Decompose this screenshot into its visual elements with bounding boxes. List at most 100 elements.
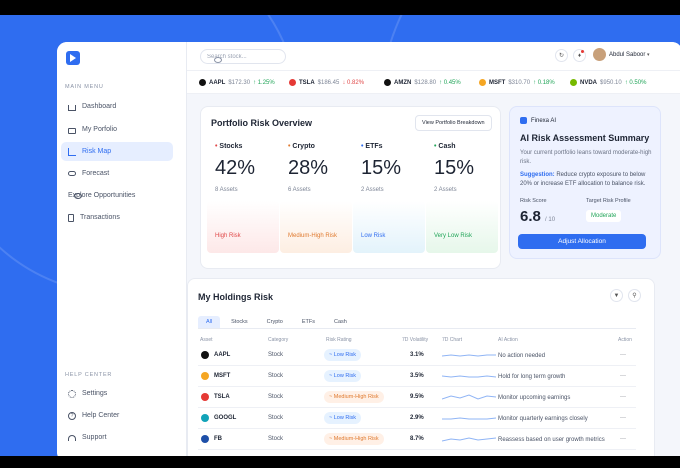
sidebar-item-label: My Porfolio — [82, 126, 118, 133]
adjust-allocation-button[interactable]: Adjust Allocation — [518, 234, 646, 249]
asset-count: 8 Assets — [215, 187, 238, 193]
sidebar-item-dashboard[interactable]: Dashboard — [61, 97, 173, 116]
bell-icon[interactable]: ♦ — [573, 49, 586, 62]
risk-score-value: 6.8 — [520, 208, 541, 225]
asset-class-label: ETFs — [365, 143, 383, 150]
avatar[interactable] — [593, 48, 606, 61]
column-header[interactable]: Action — [618, 337, 632, 343]
table-row[interactable]: TSLA Stock ~ Medium-High Risk 9.5% Monit… — [198, 387, 636, 408]
sidebar-item-settings[interactable]: Settings — [61, 384, 173, 403]
notification-dot — [581, 50, 584, 53]
risk-column[interactable]: • Stocks 42% 8 Assets High Risk — [207, 137, 279, 257]
asset-category: Stock — [268, 394, 284, 400]
more-options-icon[interactable]: ··· — [620, 352, 626, 358]
risk-column[interactable]: • Crypto 28% 6 Assets Medium-High Risk — [280, 137, 352, 257]
ticker-price: $186.45 — [317, 79, 340, 86]
volatility-value: 2.9% — [410, 415, 424, 421]
user-name[interactable]: Abdul Saboor — [609, 52, 645, 58]
sidebar-item-support[interactable]: Support — [61, 428, 173, 447]
risk-badge-label: Low Risk — [333, 373, 357, 379]
sidebar-item-help[interactable]: ? Help Center — [61, 406, 173, 425]
more-options-icon[interactable]: ··· — [620, 373, 626, 379]
ai-action-text: No action needed — [498, 353, 546, 359]
allocation-percent: 28% — [288, 157, 329, 179]
column-header[interactable]: Risk Rating — [326, 337, 352, 343]
risk-gradient — [207, 201, 279, 253]
main-menu-label: MAIN MENU — [65, 84, 104, 90]
risk-column[interactable]: • Cash 15% 2 Assets Very Low Risk — [426, 137, 498, 257]
holdings-title: My Holdings Risk — [198, 292, 274, 302]
asset-logo-icon — [201, 372, 209, 380]
asset-symbol: FB — [214, 436, 222, 442]
ticker-item[interactable]: AMZN $128.80 ↑ 0.45% — [384, 79, 461, 86]
sidebar-item-risk-map[interactable]: Risk Map — [61, 142, 173, 161]
table-row[interactable]: FB Stock ~ Medium-High Risk 8.7% Reasses… — [198, 429, 636, 450]
ticker-symbol: NVDA — [580, 79, 598, 86]
ticker-item[interactable]: MSFT $310.70 ↑ 0.18% — [479, 79, 555, 86]
allocation-percent: 42% — [215, 157, 256, 179]
sidebar-item-label: Support — [82, 434, 107, 441]
ticker-change: ↑ 0.18% — [533, 79, 555, 86]
column-header[interactable]: Category — [268, 337, 288, 343]
risk-level: Medium-High Risk — [288, 233, 338, 239]
chevron-down-icon[interactable]: ▾ — [647, 52, 650, 58]
ticker-price: $950.10 — [600, 79, 622, 86]
risk-badge: ~ Low Risk — [324, 370, 362, 382]
target-profile-badge: Moderate — [586, 210, 622, 222]
table-row[interactable]: MSFT Stock ~ Low Risk 3.5% Hold for long… — [198, 366, 636, 387]
risk-badge-label: Low Risk — [333, 415, 357, 421]
column-header[interactable]: AI Action — [498, 337, 518, 343]
ticker-change-value: 0.18% — [537, 79, 555, 86]
view-breakdown-button[interactable]: View Portfolio Breakdown — [415, 115, 492, 131]
sidebar: MAIN MENU Dashboard My Porfolio Risk Map… — [57, 42, 187, 456]
ticker-bar: AAPL $172.30 ↑ 1.25% TSLA $186.45 ↓ 0.82% AMZN… — [187, 70, 680, 94]
asset-symbol: GOOGL — [214, 415, 237, 421]
app-window: MAIN MENU Dashboard My Porfolio Risk Map… — [57, 42, 680, 456]
column-header[interactable]: 7D Chart — [442, 337, 462, 343]
sidebar-item-explore[interactable]: Explore Opportunities — [61, 186, 173, 205]
ticker-item[interactable]: NVDA $950.10 ↑ 0.50% — [570, 79, 646, 86]
table-row[interactable]: AAPL Stock ~ Low Risk 3.1% No action nee… — [198, 345, 636, 366]
search-icon[interactable]: ⚲ — [628, 289, 641, 302]
ticker-item[interactable]: TSLA $186.45 ↓ 0.82% — [289, 79, 364, 86]
risk-badge-label: Medium-High Risk — [333, 394, 379, 400]
asset-class-name: • Stocks — [215, 143, 242, 150]
bullet-icon: • — [434, 143, 437, 150]
table-row[interactable]: GOOGL Stock ~ Low Risk 2.9% Monitor quar… — [198, 408, 636, 429]
allocation-percent: 15% — [361, 157, 402, 179]
ticker-change-value: 0.82% — [347, 79, 365, 86]
ticker-item[interactable]: AAPL $172.30 ↑ 1.25% — [199, 79, 275, 86]
ai-action-text: Reassess based on user growth metrics — [498, 437, 605, 443]
risk-column[interactable]: • ETFs 15% 2 Assets Low Risk — [353, 137, 425, 257]
search-icon — [214, 57, 222, 63]
help-center-label: HELP CENTER — [65, 372, 113, 378]
volatility-value: 9.5% — [410, 394, 424, 400]
refresh-icon[interactable]: ↻ — [555, 49, 568, 62]
ai-description: Your current portfolio leans toward mode… — [520, 150, 652, 165]
holdings-risk-card: My Holdings Risk ▼ ⚲ All Stocks Crypto ETFs… — [187, 278, 655, 456]
logo-icon[interactable] — [66, 51, 80, 65]
asset-category: Stock — [268, 352, 284, 358]
asset-class-label: Crypto — [292, 143, 315, 150]
sidebar-item-forecast[interactable]: Forecast — [61, 164, 173, 183]
risk-score-label: Risk Score — [520, 198, 547, 204]
ai-badge: Finexa AI — [520, 117, 556, 124]
asset-category: Stock — [268, 415, 284, 421]
more-options-icon[interactable]: ··· — [620, 436, 626, 442]
column-header[interactable]: Asset — [200, 337, 213, 343]
bullet-icon: • — [288, 143, 291, 150]
ai-logo-icon — [520, 117, 527, 124]
ticker-symbol: MSFT — [489, 79, 506, 86]
sidebar-item-portfolio[interactable]: My Porfolio — [61, 120, 173, 139]
bullet-icon: • — [215, 143, 218, 150]
search-icon — [74, 193, 82, 199]
filter-icon[interactable]: ▼ — [610, 289, 623, 302]
column-header[interactable]: 7D Volatility — [402, 337, 428, 343]
sidebar-item-transactions[interactable]: Transactions — [61, 208, 173, 227]
more-options-icon[interactable]: ··· — [620, 415, 626, 421]
ai-summary-card: Finexa AI AI Risk Assessment Summary You… — [509, 106, 661, 259]
risk-level: High Risk — [215, 233, 241, 239]
ticker-change: ↓ 0.82% — [342, 79, 365, 86]
more-options-icon[interactable]: ··· — [620, 394, 626, 400]
chart-icon — [68, 147, 76, 156]
